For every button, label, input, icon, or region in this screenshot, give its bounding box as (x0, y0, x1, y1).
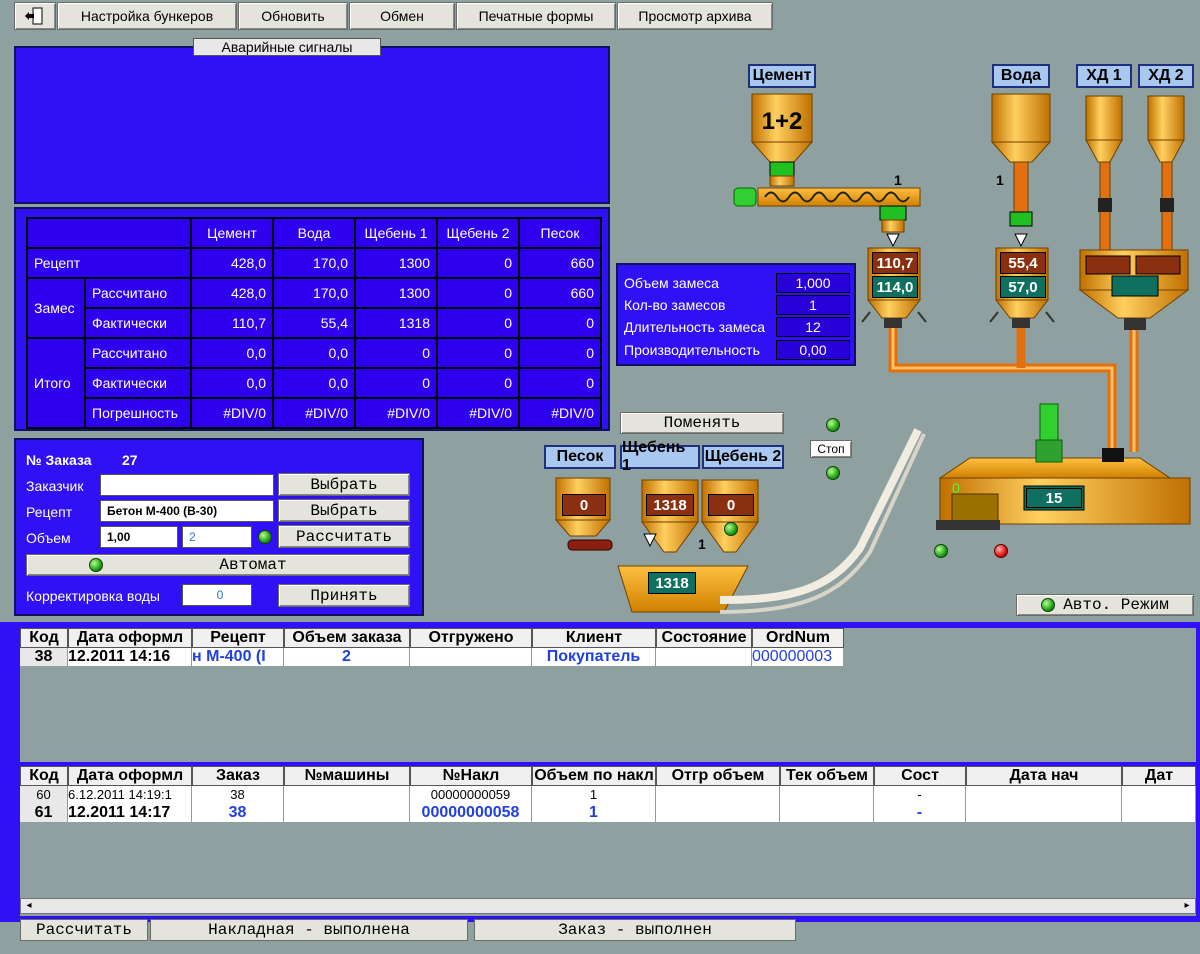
swap-button[interactable]: Поменять (620, 412, 784, 434)
gravel1-bin (641, 479, 699, 553)
col-header: Сост (874, 766, 966, 786)
status-invoice: Накладная - выполнена (150, 919, 468, 941)
col-header: Дат (1122, 766, 1196, 786)
gravel1-tag: Щебень 1 (620, 439, 700, 474)
gravel2-bin (701, 479, 759, 553)
auto-mode-indicator[interactable]: Авто. Режим (1016, 594, 1194, 616)
invoices-grid: Код Дата оформл Заказ №машины №Накл Объе… (20, 766, 1196, 916)
table-cell (1122, 804, 1196, 822)
col-header: №Накл (410, 766, 532, 786)
table-row[interactable]: 61 12.2011 14:17 38 00000000058 1 - (20, 804, 1196, 822)
scale-display: 1318 (648, 572, 696, 594)
sand-tag: Песок (544, 445, 616, 469)
mixer (936, 403, 1191, 530)
table-cell: 38 (20, 648, 68, 666)
col-header: Объем по накл (532, 766, 656, 786)
col-header: Объем заказа (284, 628, 410, 648)
table-cell (966, 804, 1122, 822)
water-weigh-setpoint: 55,4 (1000, 252, 1046, 274)
status-calc-button[interactable]: Рассчитать (20, 919, 148, 941)
table-cell: - (874, 804, 966, 822)
col-header: Дата оформл (68, 628, 192, 648)
auto-mode-led (1041, 598, 1056, 612)
cement-weigh-actual: 114,0 (872, 276, 918, 298)
scroll-right-icon[interactable]: ▸ (1181, 900, 1193, 912)
sand-display: 0 (562, 494, 606, 516)
col-header: Состояние (656, 628, 752, 648)
orders-grid: Код Дата оформл Рецепт Объем заказа Отгр… (20, 628, 1196, 762)
table-cell: 60 (20, 786, 68, 804)
table-row[interactable]: 60 6.12.2011 14:19:1 38 00000000059 1 - (20, 786, 1196, 804)
cement-weigh-setpoint: 110,7 (872, 252, 918, 274)
table-cell (780, 786, 874, 804)
water-tag: Вода (992, 64, 1050, 88)
mixer-gate-value: 0 (952, 480, 960, 496)
table-cell: 2 (284, 648, 410, 666)
col-header: №машины (284, 766, 410, 786)
water-weigh-actual: 57,0 (1000, 276, 1046, 298)
status-order: Заказ - выполнен (474, 919, 796, 941)
table-cell: 00000000058 (410, 804, 532, 822)
table-cell (1122, 786, 1196, 804)
table-cell: 1 (532, 786, 656, 804)
table-cell: Покупатель (532, 648, 656, 666)
table-cell: 00000000059 (410, 786, 532, 804)
stop-bottom-led (826, 466, 840, 480)
table-cell: 6.12.2011 14:19:1 (68, 786, 192, 804)
screw-number: 1 (894, 172, 902, 188)
table-cell: 1 (532, 804, 656, 822)
col-header: Отгр объем (656, 766, 780, 786)
table-row[interactable]: 38 12.2011 14:16 н М-400 (I 2 Покупатель… (20, 648, 844, 666)
col-header: Дата нач (966, 766, 1122, 786)
col-header: Дата оформл (68, 766, 192, 786)
stop-top-led (826, 418, 840, 432)
horizontal-scrollbar[interactable]: ◂ ▸ (20, 898, 1196, 914)
table-cell: 000000003 (752, 648, 844, 666)
gravel-gate-number: 1 (698, 536, 706, 552)
table-cell (284, 786, 410, 804)
table-cell: н М-400 (I (192, 648, 284, 666)
table-cell (410, 648, 532, 666)
water-valve-number: 1 (996, 172, 1004, 188)
col-header: Заказ (192, 766, 284, 786)
hd1-tag: ХД 1 (1076, 64, 1132, 88)
col-header: OrdNum (752, 628, 844, 648)
col-header: Код (20, 766, 68, 786)
table-cell (780, 804, 874, 822)
col-header: Рецепт (192, 628, 284, 648)
table-cell: - (874, 786, 966, 804)
gravel1-display: 1318 (646, 494, 694, 516)
table-cell (656, 786, 780, 804)
plant-mimic-diagram (554, 93, 1191, 614)
table-cell: 12.2011 14:17 (68, 804, 192, 822)
mixer-red-led (994, 544, 1008, 558)
mixer-display: 15 (1026, 488, 1082, 508)
col-header: Отгружено (410, 628, 532, 648)
hd2-tag: ХД 2 (1138, 64, 1194, 88)
cement-tag: Цемент (748, 64, 816, 88)
mixer-green-led (934, 544, 948, 558)
scroll-left-icon[interactable]: ◂ (23, 900, 35, 912)
screw-conveyor (733, 187, 921, 207)
table-cell: 38 (192, 804, 284, 822)
table-cell (656, 804, 780, 822)
table-cell (656, 648, 752, 666)
stop-button[interactable]: Стоп (810, 440, 852, 458)
col-header: Клиент (532, 628, 656, 648)
table-cell: 38 (192, 786, 284, 804)
col-header: Код (20, 628, 68, 648)
gravel2-led (724, 522, 738, 536)
table-cell: 12.2011 14:16 (68, 648, 192, 666)
cement-silo-label: 1+2 (761, 108, 803, 135)
table-cell (284, 804, 410, 822)
gravel2-tag: Щебень 2 (702, 445, 784, 469)
table-cell: 61 (20, 804, 68, 822)
auto-mode-label: Авто. Режим (1063, 596, 1169, 614)
table-cell (966, 786, 1122, 804)
gravel2-display: 0 (708, 494, 754, 516)
col-header: Тек объем (780, 766, 874, 786)
